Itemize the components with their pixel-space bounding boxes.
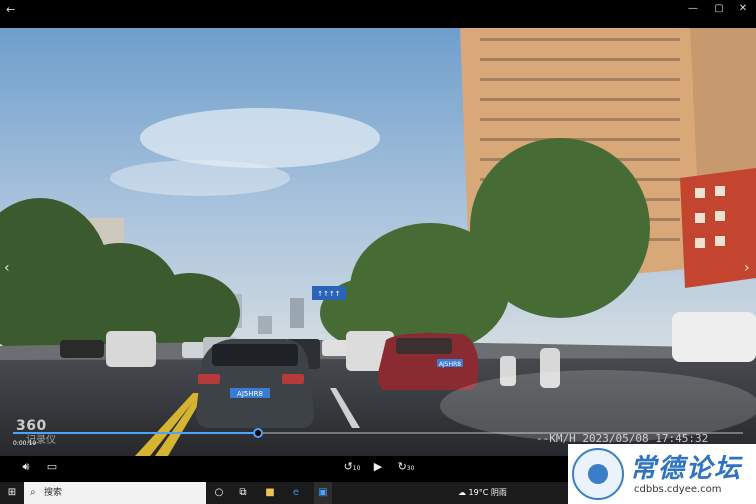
red-car-plate: AJ5HR8 [439,361,461,368]
video-player-window: ← — ▢ ✕ ↑↑↑↑ AJ5HR8 AJ5HR8 ‹ › 360 记录仪 -… [0,0,756,504]
site-watermark: 常德论坛 cdbbs.cdyee.com [568,444,756,504]
distant-building [290,298,304,328]
video-frame[interactable]: ↑↑↑↑ AJ5HR8 AJ5HR8 ‹ › [0,28,756,456]
road-sign-text: ↑↑↑↑ [317,290,340,298]
maximize-button[interactable]: ▢ [710,3,728,14]
seek-bar[interactable] [13,428,743,438]
title-bar: ← — ▢ ✕ [0,0,756,22]
cloud [110,160,290,196]
elapsed-time: 0:00:19 [13,440,37,447]
cloud [140,108,380,168]
volume-icon[interactable]: 🔊︎ [18,458,34,476]
minimize-button[interactable]: — [684,3,702,14]
windows-start-icon[interactable]: ⊞ [0,482,24,504]
distant-building [258,316,272,334]
close-button[interactable]: ✕ [734,3,752,14]
taskbar-search[interactable]: ⌕ 搜索 [24,482,206,504]
skip-forward-label: 30 [406,465,415,472]
weather-text[interactable]: 19°C 阴雨 [469,488,507,497]
chevron-right-icon[interactable]: › [744,260,750,276]
search-icon: ⌕ [30,487,36,498]
seek-handle[interactable] [252,428,263,438]
skip-forward-button[interactable]: ↻30 [396,458,416,476]
front-sedan: AJ5HR8 [196,339,314,428]
chevron-left-icon[interactable]: ‹ [4,260,10,276]
play-icon[interactable]: ▶ [370,458,386,476]
task-view-icon[interactable]: ⧉ [236,482,250,504]
search-placeholder: 搜索 [44,488,63,498]
photos-app-icon[interactable]: ▣ [314,482,332,504]
edge-icon[interactable]: e [288,482,304,504]
cortana-icon[interactable]: ○ [212,482,226,504]
weather-icon[interactable]: ☁︎ [458,488,466,497]
front-sedan-plate: AJ5HR8 [237,390,263,398]
dashcam-scene: ↑↑↑↑ AJ5HR8 AJ5HR8 [0,28,756,456]
seek-fill [13,432,258,434]
system-tray: ☁︎ 19°C 阴雨 [458,482,507,504]
skip-back-label: 10 [352,465,361,472]
watermark-title: 常德论坛 [630,454,743,484]
back-arrow-icon[interactable]: ← [6,3,15,16]
red-car: AJ5HR8 [378,333,478,390]
watermark-url: cdbbs.cdyee.com [634,484,722,495]
file-explorer-icon[interactable]: ■ [262,482,278,504]
watermark-seal [572,448,624,500]
subtitles-icon[interactable]: ▭ [44,458,60,476]
skip-back-button[interactable]: ↺10 [342,458,362,476]
